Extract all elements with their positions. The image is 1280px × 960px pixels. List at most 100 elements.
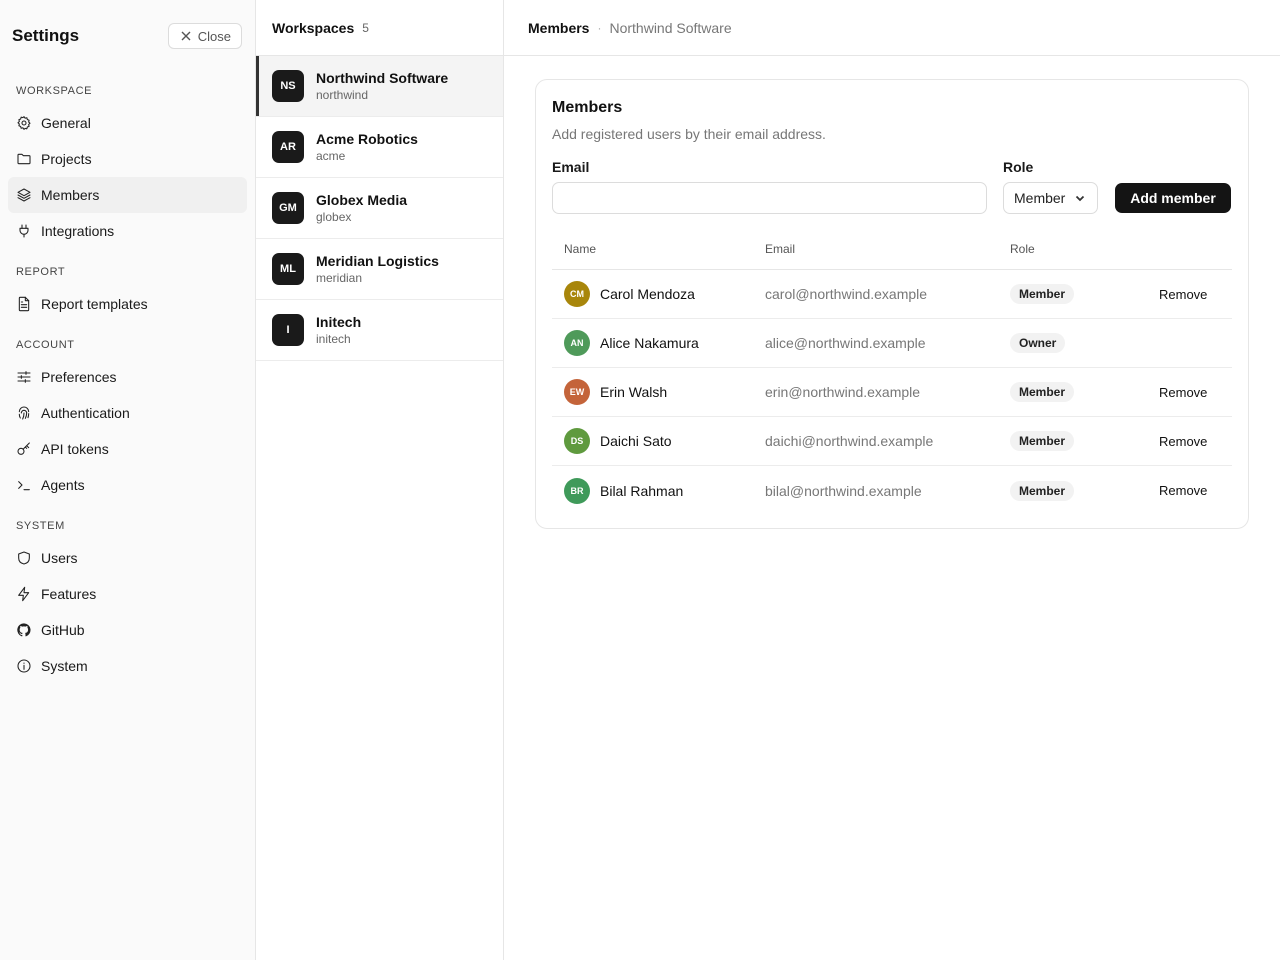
avatar: EW bbox=[564, 379, 590, 405]
main-content: Members · Northwind Software Members Add… bbox=[504, 0, 1280, 960]
workspaces-count: 5 bbox=[362, 20, 369, 35]
column-header-role: Role bbox=[1010, 242, 1035, 256]
email-input[interactable] bbox=[552, 182, 987, 214]
close-button[interactable]: Close bbox=[167, 23, 242, 49]
role-badge: Member bbox=[1010, 431, 1075, 451]
table-row: EW Erin Walsh erin@northwind.example Mem… bbox=[552, 368, 1232, 417]
breadcrumb: Members · Northwind Software bbox=[504, 0, 1280, 56]
sidebar-section-workspace: WORKSPACE General Projects Members Integ… bbox=[0, 82, 255, 249]
sidebar-item-features[interactable]: Features bbox=[8, 576, 247, 612]
folder-icon bbox=[17, 153, 31, 165]
workspace-avatar: NS bbox=[272, 70, 304, 102]
close-icon bbox=[181, 31, 191, 41]
sidebar-item-users[interactable]: Users bbox=[8, 540, 247, 576]
sidebar-item-github[interactable]: GitHub bbox=[8, 612, 247, 648]
sidebar-item-label: Authentication bbox=[41, 405, 130, 421]
breadcrumb-separator: · bbox=[597, 20, 602, 35]
github-icon bbox=[17, 623, 31, 637]
sidebar-title: Settings bbox=[12, 26, 80, 45]
workspace-item-northwind[interactable]: NS Northwind Software northwind bbox=[256, 56, 503, 117]
member-name: Daichi Sato bbox=[600, 433, 672, 449]
sidebar-section-label: WORKSPACE bbox=[16, 85, 93, 97]
sidebar-item-general[interactable]: General bbox=[8, 105, 247, 141]
avatar: DS bbox=[564, 428, 590, 454]
sidebar-item-members[interactable]: Members bbox=[8, 177, 247, 213]
file-text-icon bbox=[18, 296, 30, 312]
workspace-text: Globex Media globex bbox=[316, 191, 407, 225]
remove-member-button[interactable]: Remove bbox=[1159, 287, 1207, 302]
workspace-avatar: AR bbox=[272, 131, 304, 163]
workspace-slug: initech bbox=[316, 332, 351, 346]
sidebar-item-projects[interactable]: Projects bbox=[8, 141, 247, 177]
workspace-item-initech[interactable]: I Initech initech bbox=[256, 300, 503, 361]
table-row: BR Bilal Rahman bilal@northwind.example … bbox=[552, 466, 1232, 515]
sidebar-section-label: REPORT bbox=[16, 266, 66, 278]
workspace-text: Northwind Software northwind bbox=[316, 69, 448, 103]
breadcrumb-workspace[interactable]: Northwind Software bbox=[609, 20, 731, 36]
remove-member-button[interactable]: Remove bbox=[1159, 385, 1207, 400]
workspace-name: Northwind Software bbox=[316, 70, 449, 86]
member-name: Bilal Rahman bbox=[600, 482, 684, 499]
workspace-avatar: GM bbox=[272, 192, 304, 224]
table-header: Name Email Role bbox=[552, 232, 1232, 270]
column-header-name: Name bbox=[564, 242, 597, 256]
sidebar-item-label: Report templates bbox=[41, 296, 148, 312]
workspace-item-acme[interactable]: AR Acme Robotics acme bbox=[256, 117, 503, 178]
sidebar-item-label: Features bbox=[41, 586, 97, 602]
sidebar-item-integrations[interactable]: Integrations bbox=[8, 213, 247, 249]
sidebar-section-report: REPORT Report templates bbox=[0, 263, 255, 322]
avatar: BR bbox=[564, 477, 590, 504]
workspace-avatar: I bbox=[272, 314, 304, 346]
sidebar-item-label: Agents bbox=[41, 477, 85, 493]
workspace-text: Meridian Logistics meridian bbox=[316, 252, 439, 286]
sidebar-item-label: System bbox=[41, 658, 88, 674]
breadcrumb-current: Members bbox=[528, 19, 590, 36]
workspace-item-globex[interactable]: GM Globex Media globex bbox=[256, 178, 503, 239]
role-badge: Member bbox=[1010, 284, 1075, 304]
workspaces-header: Workspaces 5 bbox=[256, 0, 503, 56]
fingerprint-icon bbox=[18, 406, 30, 420]
role-badge: Owner bbox=[1010, 333, 1066, 353]
sidebar-item-system[interactable]: System bbox=[8, 648, 247, 684]
member-name: Alice Nakamura bbox=[600, 335, 699, 351]
workspaces-panel: Workspaces 5 NS Northwind Software north… bbox=[256, 0, 504, 960]
workspace-item-meridian[interactable]: ML Meridian Logistics meridian bbox=[256, 239, 503, 300]
sidebar-item-api-tokens[interactable]: API tokens bbox=[8, 431, 247, 467]
member-email: carol@northwind.example bbox=[765, 286, 928, 302]
sidebar-item-label: Users bbox=[41, 550, 78, 566]
add-member-button[interactable]: Add member bbox=[1115, 183, 1231, 213]
workspace-text: Acme Robotics acme bbox=[316, 130, 418, 164]
sidebar-item-preferences[interactable]: Preferences bbox=[8, 359, 247, 395]
remove-member-button[interactable]: Remove bbox=[1159, 483, 1207, 498]
table-row: CM Carol Mendoza carol@northwind.example… bbox=[552, 270, 1232, 319]
terminal-icon bbox=[18, 481, 30, 491]
workspace-slug: acme bbox=[316, 149, 346, 163]
members-table: Name Email Role CM Carol Mendoza carol@n… bbox=[552, 232, 1232, 515]
workspace-name: Acme Robotics bbox=[316, 131, 418, 147]
role-label: Role bbox=[1003, 159, 1034, 175]
remove-member-button[interactable]: Remove bbox=[1159, 434, 1207, 449]
sidebar-item-label: Projects bbox=[41, 151, 92, 167]
workspaces-title: Workspaces bbox=[272, 19, 355, 36]
sidebar-item-report-templates[interactable]: Report templates bbox=[8, 286, 247, 322]
shield-icon bbox=[18, 551, 30, 565]
sidebar-item-label: General bbox=[41, 115, 91, 131]
avatar: AN bbox=[564, 330, 590, 356]
member-email: daichi@northwind.example bbox=[765, 433, 934, 449]
member-email: bilal@northwind.example bbox=[765, 482, 922, 499]
gear-icon bbox=[17, 116, 31, 130]
workspace-name: Meridian Logistics bbox=[316, 253, 439, 269]
members-card: Members Add registered users by their em… bbox=[535, 79, 1249, 529]
member-name: Erin Walsh bbox=[600, 384, 668, 400]
layers-icon bbox=[17, 188, 31, 202]
sidebar-item-authentication[interactable]: Authentication bbox=[8, 395, 247, 431]
role-select[interactable]: Member bbox=[1003, 182, 1098, 214]
sidebar-header: Settings Close bbox=[0, 0, 255, 72]
sidebar-item-label: Integrations bbox=[41, 223, 115, 239]
sidebar-item-agents[interactable]: Agents bbox=[8, 467, 247, 503]
role-badge: Member bbox=[1010, 382, 1075, 402]
plug-icon bbox=[19, 224, 29, 238]
workspace-slug: meridian bbox=[316, 271, 363, 285]
settings-sidebar: Settings Close WORKSPACE General Project… bbox=[0, 0, 256, 960]
card-description: Add registered users by their email addr… bbox=[552, 126, 826, 142]
